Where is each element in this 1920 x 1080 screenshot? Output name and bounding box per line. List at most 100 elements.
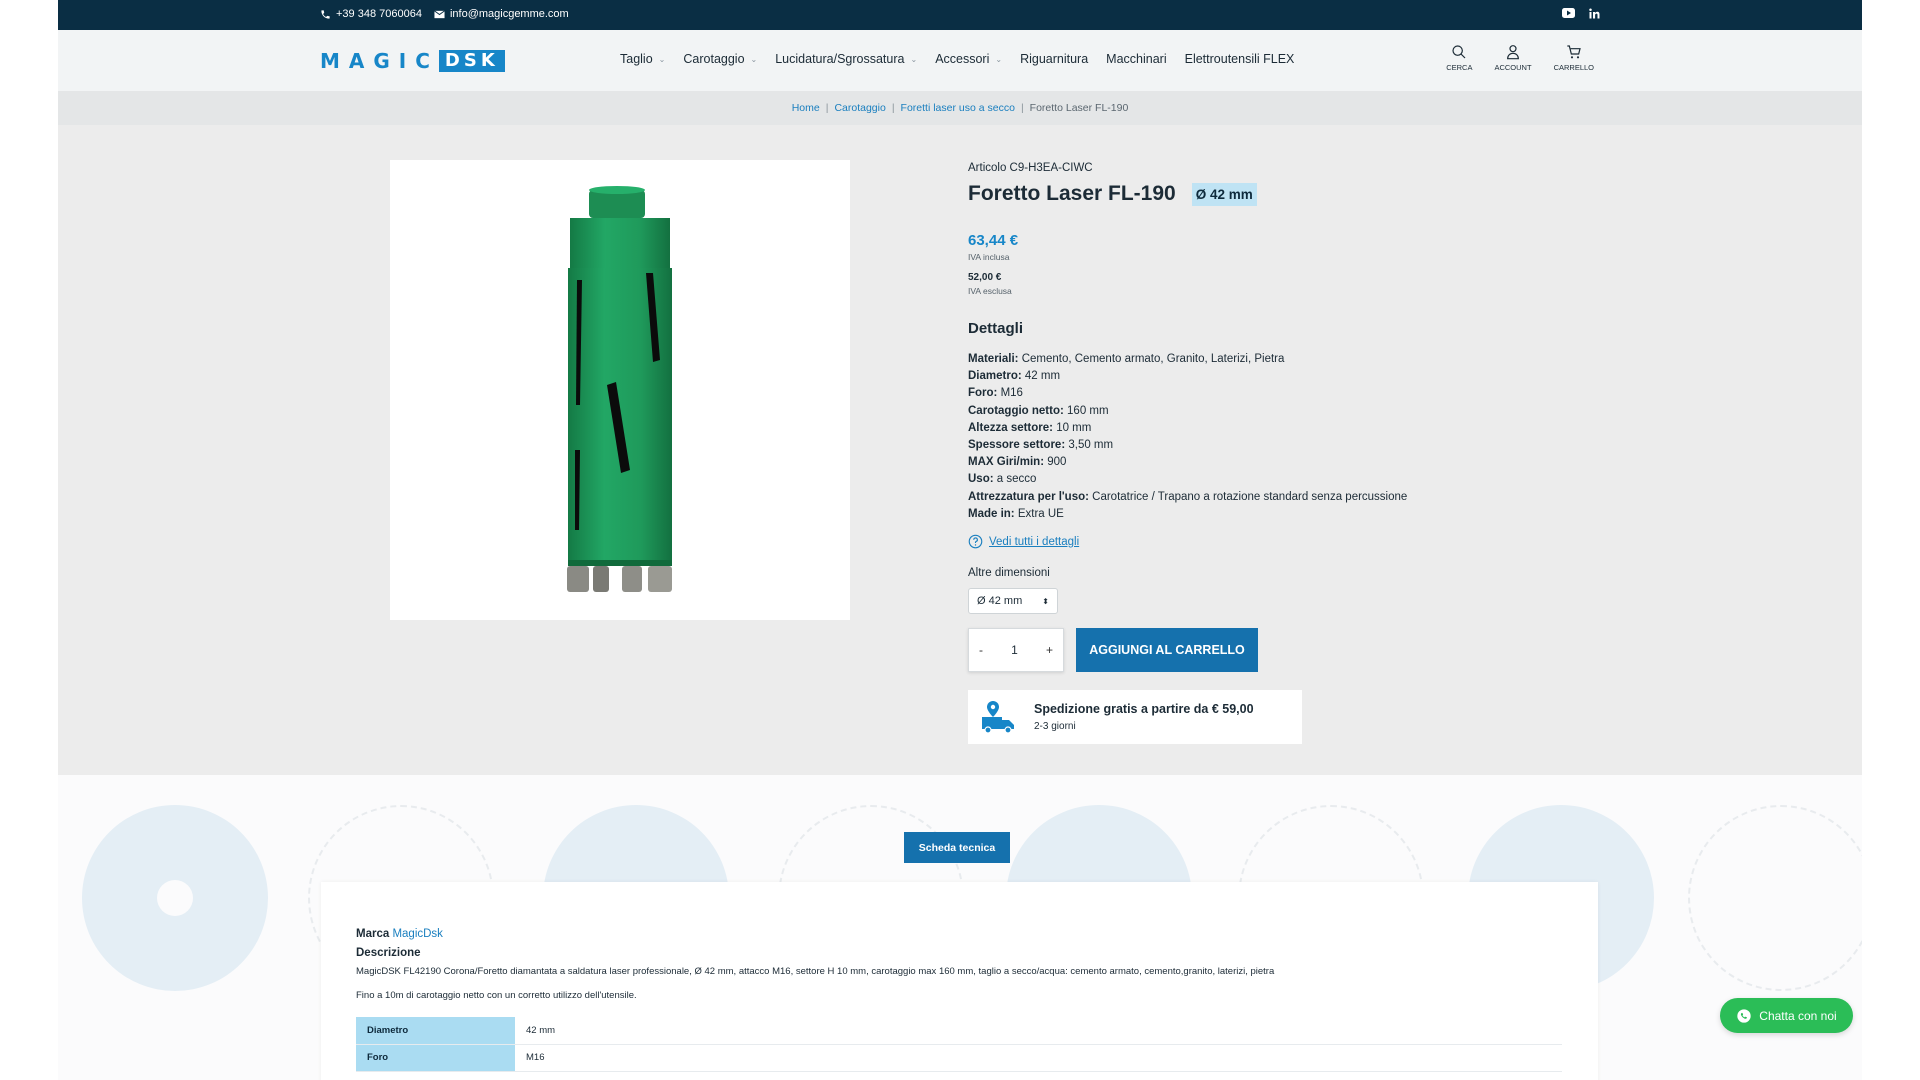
detail-row: MAX Giri/min: 900 [968, 454, 1528, 471]
chat-label: Chatta con noi [1759, 1008, 1837, 1023]
nav-label: Lucidatura/Sgrossatura [775, 52, 905, 66]
user-icon [1507, 45, 1519, 60]
logo-text-magic: MAGIC [320, 49, 439, 73]
detail-row: Spessore settore: 3,50 mm [968, 437, 1528, 454]
size-select[interactable]: Ø 42 mm ⬍ [968, 588, 1058, 615]
nav-label: Carotaggio [683, 52, 745, 66]
chevron-down-icon: ⌄ [910, 54, 918, 64]
breadcrumb-home[interactable]: Home [792, 102, 820, 114]
contact-info: +39 348 7060064 info@magicgemme.com [320, 8, 569, 20]
description-text: MagicDSK FL42190 Corona/Foretto diamanta… [356, 966, 1275, 977]
cart-label: CARRELLO [1553, 63, 1594, 72]
phone-icon [321, 9, 330, 19]
description-text-2: Fino a 10m di carotaggio netto con un co… [356, 990, 637, 1001]
nav-item-carotaggio[interactable]: Carotaggio ⌄ [683, 52, 757, 66]
header-actions: CERCA ACCOUNT CARRELLO [1446, 44, 1594, 72]
detail-key: Uso: [968, 473, 994, 486]
search-button[interactable]: CERCA [1446, 44, 1472, 72]
size-badge: Ø 42 mm [1191, 182, 1257, 206]
detail-key: Diametro: [968, 370, 1022, 383]
detail-value: M16 [997, 387, 1023, 400]
nav-item-riguarnitura[interactable]: Riguarnitura [1020, 52, 1088, 66]
detail-row: Materiali: Cemento, Cemento armato, Gran… [968, 351, 1528, 368]
breadcrumb-category[interactable]: Foretti laser uso a secco [901, 102, 1015, 114]
product-image[interactable] [390, 160, 850, 620]
chat-button[interactable]: Chatta con noi [1720, 998, 1853, 1033]
core-drill-bit-image [567, 186, 672, 592]
breadcrumb-bar: Home | Carotaggio | Foretti laser uso a secc… [58, 91, 1862, 125]
spec-value: M16 [515, 1044, 1562, 1072]
alt-sizes-label: Altre dimensioni [968, 567, 1050, 580]
brand-link[interactable]: MagicDsk [392, 928, 442, 940]
nav-label: Taglio [620, 52, 653, 66]
breadcrumb-carotaggio[interactable]: Carotaggio [834, 102, 885, 114]
detail-key: Spessore settore: [968, 439, 1066, 452]
detail-row: Altezza settore: 10 mm [968, 420, 1528, 437]
product-section: Articolo C9-H3EA-CIWC Foretto Laser FL-1… [58, 125, 1862, 775]
all-details-link[interactable]: Vedi tutti i dettagli [968, 534, 1528, 549]
email-text: info@magicgemme.com [449, 8, 569, 20]
detail-key: Foro: [968, 387, 998, 400]
detail-row: Foro: M16 [968, 385, 1528, 402]
account-button[interactable]: ACCOUNT [1494, 44, 1532, 72]
linkedin-icon[interactable] [1589, 8, 1600, 19]
nav-item-taglio[interactable]: Taglio ⌄ [620, 52, 665, 66]
detail-value: 900 [1044, 456, 1067, 469]
detail-key: Made in: [968, 507, 1015, 520]
add-to-cart-button[interactable]: AGGIUNGI AL CARRELLO [1076, 628, 1258, 673]
product-sku: Articolo C9-H3EA-CIWC [968, 162, 1093, 174]
nav-item-macchinari[interactable]: Macchinari [1106, 52, 1166, 66]
delivery-truck-icon [982, 701, 1014, 734]
nav-item-flex[interactable]: Elettroutensili FLEX [1185, 52, 1295, 66]
breadcrumb-separator: | [1020, 102, 1024, 114]
phone-link[interactable]: +39 348 7060064 [320, 8, 422, 20]
product-title: Foretto Laser FL-190 [968, 182, 1176, 205]
table-row: Diametro 42 mm [356, 1017, 1562, 1045]
detail-key: Attrezzatura per l'uso: [968, 490, 1089, 503]
detail-value: Carotatrice / Trapano a rotazione standa… [1088, 490, 1408, 503]
site-header: MAGIC DSK Taglio ⌄ Carotaggio ⌄ Lucidatura… [58, 30, 1862, 91]
table-row: Foro M16 [356, 1044, 1562, 1072]
decorative-blade-ring [1688, 805, 1862, 991]
detail-key: MAX Giri/min: [968, 456, 1045, 469]
spec-table: Diametro 42 mm Foro M16 [356, 1017, 1562, 1072]
detail-value: 3,50 mm [1065, 439, 1114, 452]
select-arrows-icon: ⬍ [1042, 596, 1049, 606]
site-logo[interactable]: MAGIC DSK [320, 49, 505, 73]
email-link[interactable]: info@magicgemme.com [434, 8, 569, 20]
brand-line: Marca MagicDsk [356, 928, 1566, 940]
tab-tech-sheet[interactable]: Scheda tecnica [904, 832, 1010, 863]
detail-value: 10 mm [1053, 421, 1092, 434]
breadcrumb-separator: | [891, 102, 895, 114]
qty-increase-button[interactable]: + [1046, 643, 1053, 657]
phone-text: +39 348 7060064 [336, 8, 422, 20]
shipping-text: Spedizione gratis a partire da € 59,00 2… [1034, 702, 1254, 732]
detail-key: Carotaggio netto: [968, 404, 1064, 417]
chevron-down-icon: ⌄ [750, 54, 758, 64]
detail-key: Materiali: [968, 353, 1019, 365]
nav-label: Riguarnitura [1020, 52, 1089, 66]
price-excl-vat-note: IVA esclusa [968, 286, 1012, 296]
mail-icon [434, 9, 445, 18]
tech-sheet-content: Marca MagicDsk Descrizione MagicDSK FL42… [356, 928, 1566, 1072]
qty-input[interactable]: 1 [1011, 643, 1018, 657]
tech-sheet-section: Scheda tecnica Marca MagicDsk Descrizion… [58, 775, 1862, 1080]
social-links [1562, 8, 1600, 19]
cart-button[interactable]: CARRELLO [1554, 44, 1594, 72]
whatsapp-icon [1737, 1008, 1751, 1023]
account-label: ACCOUNT [1494, 63, 1532, 72]
detail-row: Carotaggio netto: 160 mm [968, 403, 1528, 420]
cart-icon [1567, 45, 1581, 59]
quantity-stepper: - 1 + [968, 628, 1064, 673]
price-excl-vat: 52,00 € [968, 272, 1002, 283]
nav-item-lucidatura[interactable]: Lucidatura/Sgrossatura ⌄ [775, 52, 917, 66]
price-incl-vat: 63,44 € [968, 232, 1019, 249]
add-to-cart-row: - 1 + AGGIUNGI AL CARRELLO [968, 628, 1528, 673]
brand-key: Marca [356, 928, 390, 940]
all-details-label: Vedi tutti i dettagli [989, 535, 1080, 548]
qty-decrease-button[interactable]: - [979, 643, 983, 657]
page-frame: +39 348 7060064 info@magicgemme.com MAGI… [58, 0, 1862, 1080]
nav-item-accessori[interactable]: Accessori ⌄ [935, 52, 1002, 66]
detail-key: Altezza settore: [968, 421, 1053, 434]
youtube-icon[interactable] [1562, 8, 1575, 18]
